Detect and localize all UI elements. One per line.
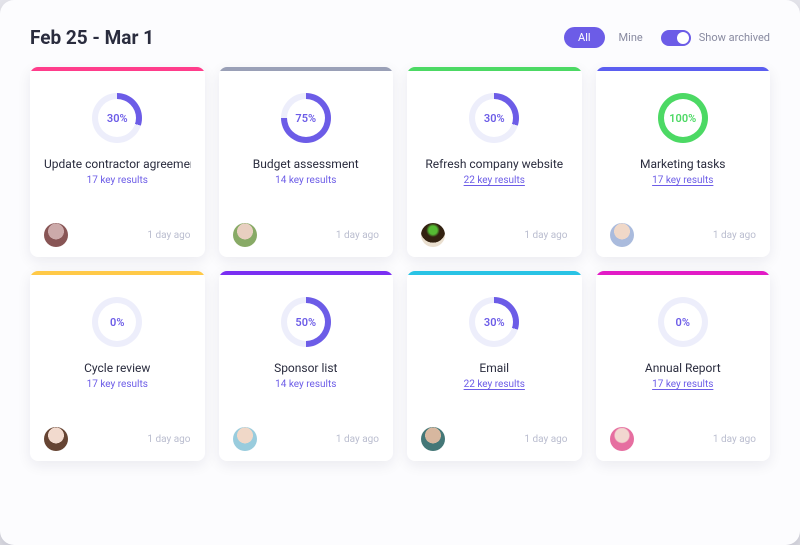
key-results-link[interactable]: 14 key results bbox=[275, 379, 336, 390]
goal-card[interactable]: 0% Cycle review 17 key results 1 day ago bbox=[30, 271, 205, 461]
card-footer: 1 day ago bbox=[421, 223, 568, 247]
progress-value: 50% bbox=[295, 316, 316, 329]
progress-value: 100% bbox=[669, 112, 696, 125]
card-timestamp: 1 day ago bbox=[336, 434, 379, 445]
filter-tabs: All Mine bbox=[564, 27, 643, 48]
goal-card[interactable]: 0% Annual Report 17 key results 1 day ago bbox=[596, 271, 771, 461]
owner-avatar[interactable] bbox=[421, 223, 445, 247]
progress-ring: 30% bbox=[92, 93, 142, 143]
owner-avatar[interactable] bbox=[610, 427, 634, 451]
owner-avatar[interactable] bbox=[610, 223, 634, 247]
card-title: Budget assessment bbox=[253, 157, 359, 171]
card-timestamp: 1 day ago bbox=[336, 230, 379, 241]
progress-ring: 100% bbox=[658, 93, 708, 143]
progress-value: 75% bbox=[295, 112, 316, 125]
owner-avatar[interactable] bbox=[233, 427, 257, 451]
card-footer: 1 day ago bbox=[44, 223, 191, 247]
key-results-link[interactable]: 22 key results bbox=[464, 175, 525, 186]
card-footer: 1 day ago bbox=[233, 427, 380, 451]
key-results-link[interactable]: 17 key results bbox=[652, 379, 713, 390]
card-timestamp: 1 day ago bbox=[713, 434, 756, 445]
card-timestamp: 1 day ago bbox=[524, 230, 567, 241]
progress-ring: 30% bbox=[469, 93, 519, 143]
key-results-link[interactable]: 17 key results bbox=[652, 175, 713, 186]
card-title: Marketing tasks bbox=[640, 157, 726, 171]
card-timestamp: 1 day ago bbox=[147, 434, 190, 445]
goal-card[interactable]: 30% Email 22 key results 1 day ago bbox=[407, 271, 582, 461]
card-timestamp: 1 day ago bbox=[713, 230, 756, 241]
card-accent-bar bbox=[30, 271, 205, 275]
header-controls: All Mine Show archived bbox=[564, 27, 770, 48]
goal-card[interactable]: 100% Marketing tasks 17 key results 1 day a… bbox=[596, 67, 771, 257]
progress-ring: 0% bbox=[658, 297, 708, 347]
card-footer: 1 day ago bbox=[610, 223, 757, 247]
card-accent-bar bbox=[596, 271, 771, 275]
archive-toggle[interactable] bbox=[661, 30, 691, 46]
key-results-link[interactable]: 14 key results bbox=[275, 175, 336, 186]
app-frame: Feb 25 - Mar 1 All Mine Show archived 30… bbox=[0, 0, 800, 545]
header: Feb 25 - Mar 1 All Mine Show archived bbox=[30, 26, 770, 49]
date-range: Feb 25 - Mar 1 bbox=[30, 26, 154, 49]
card-title: Refresh company website bbox=[425, 157, 563, 171]
card-accent-bar bbox=[30, 67, 205, 71]
card-footer: 1 day ago bbox=[233, 223, 380, 247]
owner-avatar[interactable] bbox=[44, 223, 68, 247]
progress-ring: 50% bbox=[281, 297, 331, 347]
card-title: Cycle review bbox=[84, 361, 150, 375]
owner-avatar[interactable] bbox=[421, 427, 445, 451]
progress-ring: 30% bbox=[469, 297, 519, 347]
goal-card[interactable]: 30% Update contractor agreemen 17 key resu… bbox=[30, 67, 205, 257]
card-title: Update contractor agreemen bbox=[44, 157, 191, 171]
key-results-link[interactable]: 17 key results bbox=[87, 175, 148, 186]
card-title: Annual Report bbox=[645, 361, 721, 375]
card-footer: 1 day ago bbox=[610, 427, 757, 451]
card-accent-bar bbox=[596, 67, 771, 71]
progress-value: 30% bbox=[107, 112, 128, 125]
card-footer: 1 day ago bbox=[44, 427, 191, 451]
card-timestamp: 1 day ago bbox=[524, 434, 567, 445]
key-results-link[interactable]: 22 key results bbox=[464, 379, 525, 390]
goal-card[interactable]: 30% Refresh company website 22 key results… bbox=[407, 67, 582, 257]
owner-avatar[interactable] bbox=[233, 223, 257, 247]
progress-value: 0% bbox=[110, 316, 124, 329]
filter-all-button[interactable]: All bbox=[564, 27, 605, 48]
card-timestamp: 1 day ago bbox=[147, 230, 190, 241]
goal-card[interactable]: 75% Budget assessment 14 key results 1 day … bbox=[219, 67, 394, 257]
archive-toggle-group: Show archived bbox=[661, 30, 770, 46]
key-results-link[interactable]: 17 key results bbox=[87, 379, 148, 390]
owner-avatar[interactable] bbox=[44, 427, 68, 451]
card-title: Sponsor list bbox=[274, 361, 337, 375]
progress-value: 30% bbox=[484, 316, 505, 329]
card-title: Email bbox=[479, 361, 509, 375]
card-accent-bar bbox=[407, 271, 582, 275]
card-footer: 1 day ago bbox=[421, 427, 568, 451]
filter-mine-button[interactable]: Mine bbox=[619, 31, 643, 44]
card-accent-bar bbox=[407, 67, 582, 71]
progress-ring: 75% bbox=[281, 93, 331, 143]
progress-value: 0% bbox=[676, 316, 690, 329]
goal-card[interactable]: 50% Sponsor list 14 key results 1 day ago bbox=[219, 271, 394, 461]
archive-toggle-label: Show archived bbox=[699, 31, 770, 44]
progress-value: 30% bbox=[484, 112, 505, 125]
card-accent-bar bbox=[219, 67, 394, 71]
card-accent-bar bbox=[219, 271, 394, 275]
cards-grid: 30% Update contractor agreemen 17 key resu… bbox=[30, 67, 770, 461]
progress-ring: 0% bbox=[92, 297, 142, 347]
